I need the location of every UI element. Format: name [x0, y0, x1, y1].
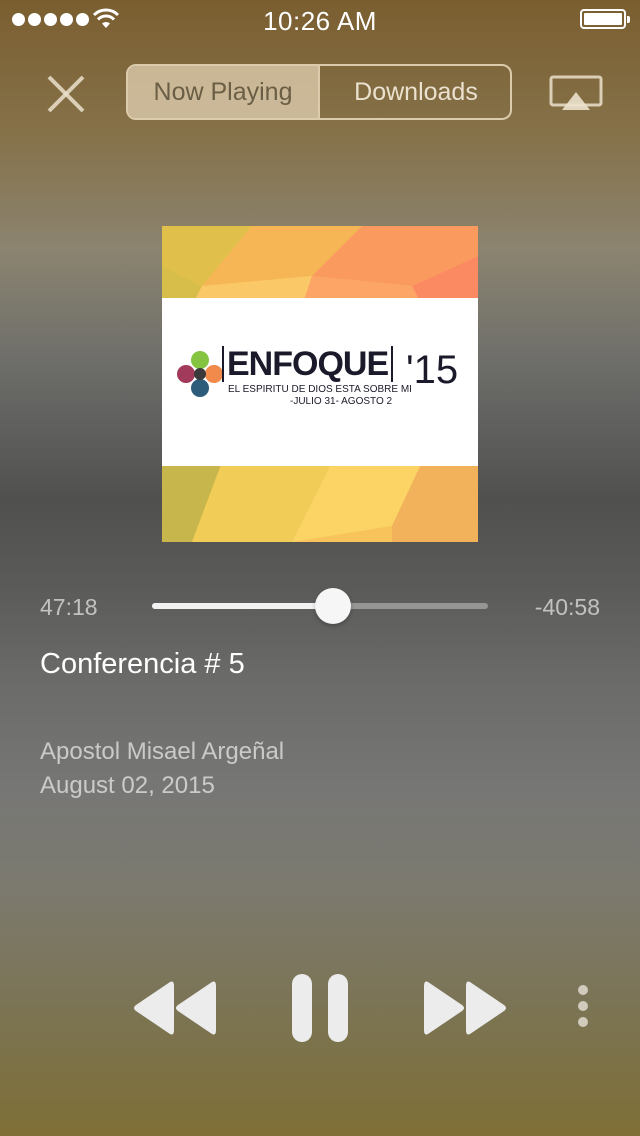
album-artwork: ENFOQUE '15 EL ESPIRITU DE DIOS ESTA SOB…: [162, 226, 478, 542]
airplay-icon: [549, 75, 603, 110]
progress-fill: [152, 603, 334, 609]
airplay-button[interactable]: [548, 74, 604, 114]
conference-logo: [177, 351, 223, 397]
rewind-button[interactable]: [130, 978, 218, 1038]
fast-forward-icon: [424, 981, 506, 1035]
artwork-banner: ENFOQUE '15 EL ESPIRITU DE DIOS ESTA SOB…: [162, 298, 478, 466]
tab-downloads[interactable]: Downloads: [318, 66, 510, 118]
segmented-control: Now Playing Downloads: [126, 64, 512, 120]
tab-now-playing[interactable]: Now Playing: [128, 66, 318, 118]
remaining-time: -40:58: [534, 594, 600, 620]
rewind-icon: [134, 981, 216, 1035]
status-bar: 10:26 AM: [0, 0, 640, 40]
track-artist: Apostol Misael Argeñal: [40, 738, 285, 765]
artwork-subtitle: EL ESPIRITU DE DIOS ESTA SOBRE MI: [228, 384, 412, 395]
artwork-dates: -JULIO 31- AGOSTO 2: [290, 396, 393, 407]
battery-icon: [580, 9, 630, 29]
close-button[interactable]: [44, 72, 88, 116]
close-icon: [47, 75, 85, 113]
artwork-title: ENFOQUE: [222, 346, 394, 382]
artwork-year: '15: [406, 348, 459, 392]
more-options-button[interactable]: [570, 984, 596, 1032]
progress-thumb[interactable]: [315, 588, 352, 624]
progress-slider[interactable]: [152, 588, 488, 624]
pause-button[interactable]: [290, 974, 350, 1042]
elapsed-time: 47:18: [40, 594, 98, 620]
track-date: August 02, 2015: [40, 772, 215, 799]
pause-icon: [292, 974, 348, 1042]
fast-forward-button[interactable]: [422, 978, 510, 1038]
more-vertical-icon: [578, 985, 588, 1027]
status-time: 10:26 AM: [263, 6, 377, 36]
track-title: Conferencia # 5: [40, 648, 245, 680]
